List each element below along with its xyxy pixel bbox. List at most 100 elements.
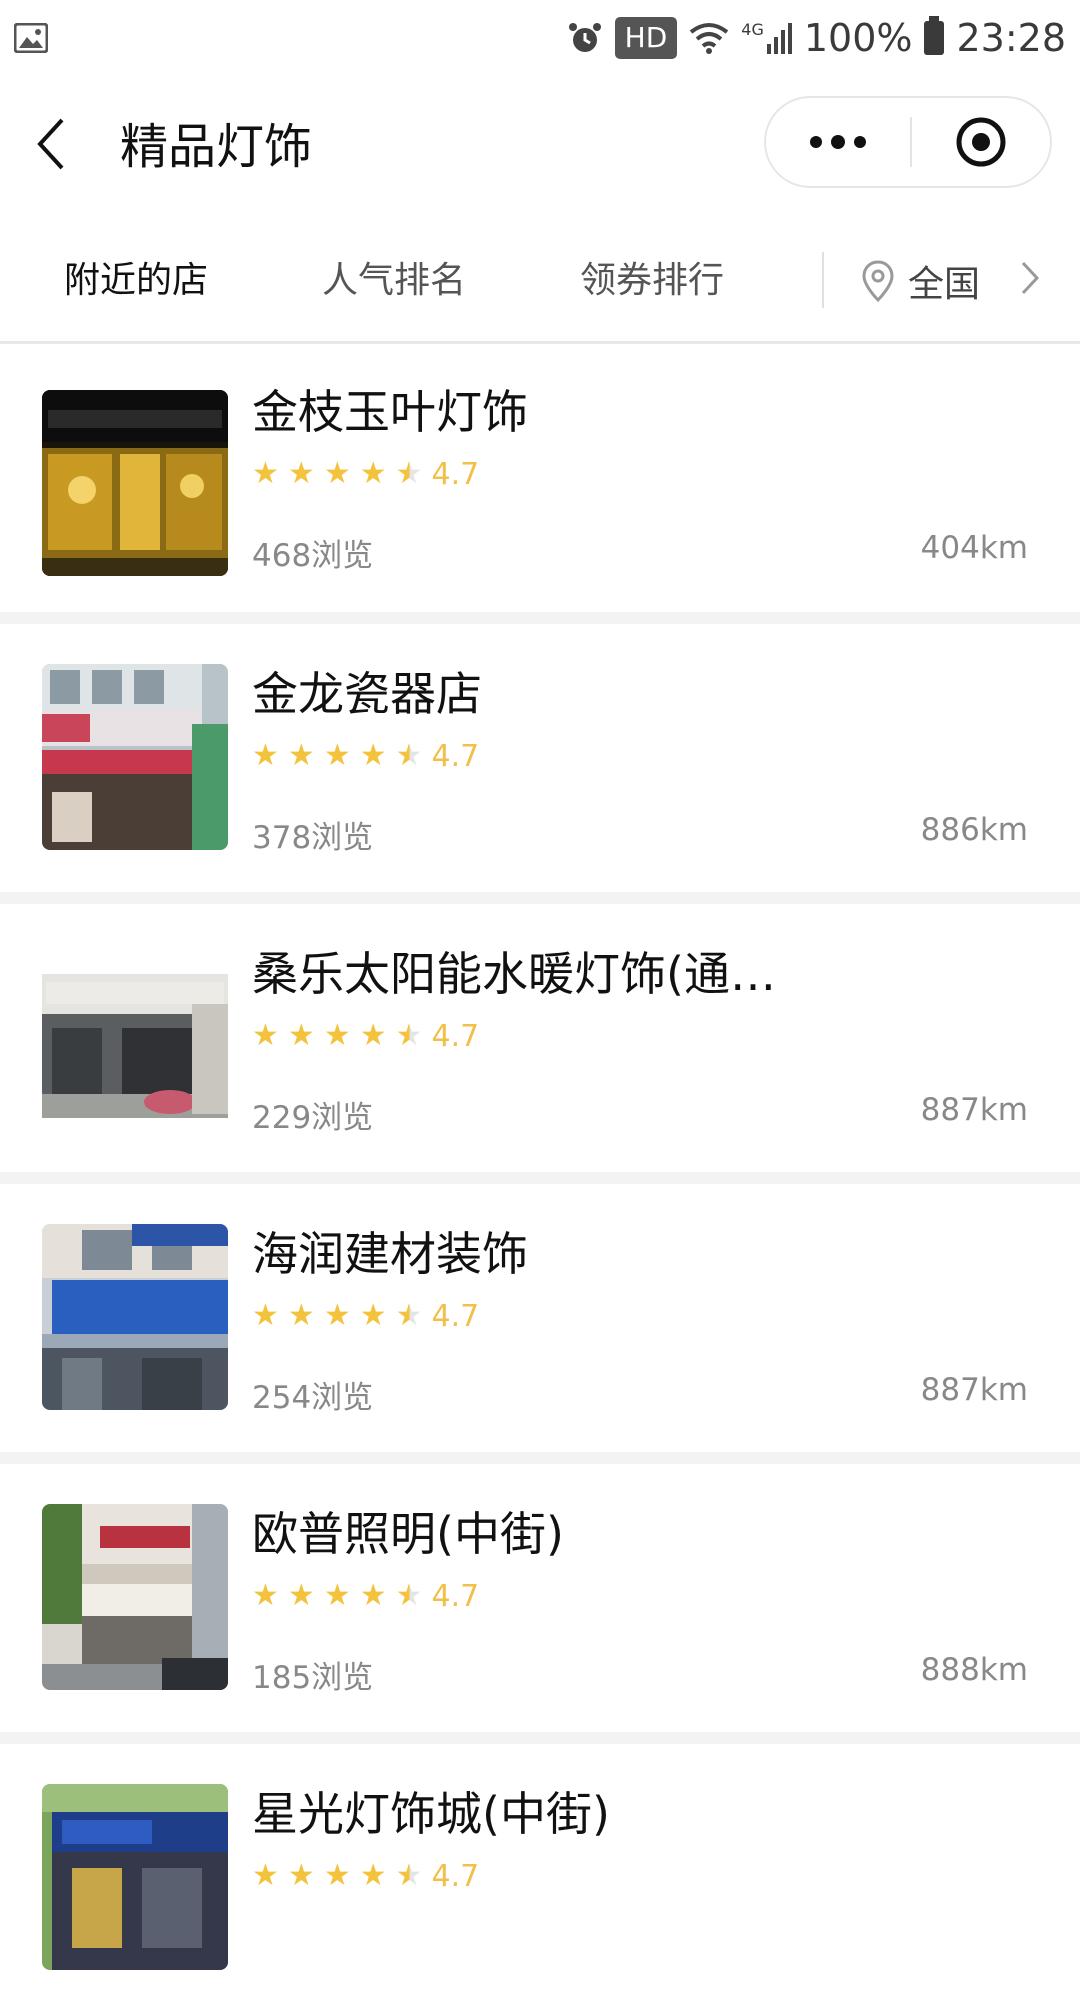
list-item[interactable]: 桑乐太阳能水暖灯饰(通… ★ ★ ★ ★ ★ 4.7 229浏览 887km	[0, 904, 1080, 1172]
list-separator	[0, 1172, 1080, 1184]
store-name: 金龙瓷器店	[252, 667, 482, 721]
chevron-left-icon	[37, 118, 64, 170]
star-icon: ★	[287, 1578, 315, 1613]
store-name: 欧普照明(中街)	[252, 1507, 564, 1561]
target-close-icon	[956, 117, 1006, 167]
list-separator	[0, 1452, 1080, 1464]
list-item[interactable]: 金龙瓷器店 ★ ★ ★ ★ ★ 4.7 378浏览 886km	[0, 624, 1080, 892]
store-name: 金枝玉叶灯饰	[252, 385, 528, 439]
location-label: 全国	[908, 264, 981, 305]
star-icon: ★	[287, 738, 315, 773]
list-separator	[0, 892, 1080, 904]
battery-percent: 100%	[803, 16, 913, 60]
star-icon: ★	[323, 738, 351, 773]
half-star-icon: ★	[395, 1018, 423, 1053]
store-thumbnail	[42, 944, 228, 1130]
store-thumbnail	[42, 1784, 228, 1970]
view-count: 185浏览	[252, 1660, 374, 1696]
page-title: 精品灯饰	[120, 119, 313, 175]
chevron-right-icon[interactable]	[1020, 260, 1040, 296]
rating-stars: ★ ★ ★ ★ ★ 4.7	[252, 1018, 479, 1054]
rating-value: 4.7	[431, 1018, 480, 1054]
rating-stars: ★ ★ ★ ★ ★ 4.7	[252, 456, 479, 492]
star-icon: ★	[252, 738, 279, 773]
star-icon: ★	[359, 738, 387, 773]
half-star-icon: ★	[395, 738, 423, 773]
tab-divider	[822, 252, 824, 308]
list-item[interactable]: 欧普照明(中街) ★ ★ ★ ★ ★ 4.7 185浏览 888km	[0, 1464, 1080, 1732]
star-icon: ★	[252, 1858, 279, 1893]
rating-value: 4.7	[431, 456, 480, 492]
store-name: 海润建材装饰	[252, 1227, 528, 1281]
status-bar: HD 4G 100% 23:28	[0, 0, 1080, 76]
miniprogram-capsule	[764, 96, 1052, 188]
half-star-icon: ★	[395, 1578, 423, 1613]
star-icon: ★	[359, 1578, 387, 1613]
list-item[interactable]: 海润建材装饰 ★ ★ ★ ★ ★ 4.7 254浏览 887km	[0, 1184, 1080, 1452]
gallery-notification-icon	[14, 23, 48, 53]
store-photo	[42, 1224, 228, 1410]
distance: 887km	[920, 1092, 1028, 1128]
star-icon: ★	[359, 1298, 387, 1333]
star-icon: ★	[323, 1858, 351, 1893]
store-photo	[42, 1784, 228, 1970]
store-photo	[42, 1504, 228, 1690]
rating-value: 4.7	[431, 738, 480, 774]
view-count: 468浏览	[252, 538, 374, 574]
rating-stars: ★ ★ ★ ★ ★ 4.7	[252, 1578, 479, 1614]
tab-nearby[interactable]: 附近的店	[64, 256, 208, 306]
more-dot-icon	[810, 136, 822, 148]
network-type: 4G	[741, 20, 764, 39]
star-icon: ★	[323, 1018, 351, 1053]
store-photo	[42, 390, 228, 576]
half-star-icon: ★	[395, 456, 423, 491]
star-icon: ★	[252, 1578, 279, 1613]
star-icon: ★	[359, 1858, 387, 1893]
view-count: 229浏览	[252, 1100, 374, 1136]
star-icon: ★	[287, 456, 315, 491]
distance: 404km	[920, 530, 1028, 566]
filter-tabs: 附近的店 人气排名 领券排行 全国	[0, 236, 1080, 344]
store-name: 星光灯饰城(中街)	[252, 1787, 610, 1841]
star-icon: ★	[359, 1018, 387, 1053]
rating-value: 4.7	[431, 1578, 480, 1614]
back-button[interactable]	[36, 114, 86, 174]
star-icon: ★	[287, 1858, 315, 1893]
alarm-icon	[568, 23, 601, 52]
store-list: 金枝玉叶灯饰 ★ ★ ★ ★ ★ 4.7 468浏览 404km 金龙瓷器店 ★…	[0, 344, 1080, 2012]
wifi-icon	[690, 23, 729, 54]
list-item[interactable]: 星光灯饰城(中街) ★ ★ ★ ★ ★ 4.7	[0, 1744, 1080, 2012]
star-icon: ★	[323, 1298, 351, 1333]
distance: 886km	[920, 812, 1028, 848]
star-icon: ★	[287, 1018, 315, 1053]
store-photo	[42, 944, 228, 1130]
rating-value: 4.7	[431, 1298, 480, 1334]
location-selector[interactable]: 全国	[862, 254, 980, 308]
rating-stars: ★ ★ ★ ★ ★ 4.7	[252, 738, 479, 774]
close-miniprogram-button[interactable]	[912, 98, 1050, 186]
signal-icon	[766, 23, 792, 54]
tab-popularity[interactable]: 人气排名	[322, 256, 466, 306]
more-dot-icon	[854, 136, 866, 148]
store-thumbnail	[42, 664, 228, 850]
rating-stars: ★ ★ ★ ★ ★ 4.7	[252, 1858, 479, 1894]
tab-coupons[interactable]: 领券排行	[580, 256, 724, 306]
half-star-icon: ★	[395, 1298, 423, 1333]
more-options-button[interactable]	[766, 98, 910, 186]
clock: 23:28	[956, 16, 1066, 60]
nav-header: 精品灯饰	[0, 76, 1080, 216]
rating-value: 4.7	[431, 1858, 480, 1894]
star-icon: ★	[287, 1298, 315, 1333]
hd-badge: HD	[614, 17, 678, 59]
store-name: 桑乐太阳能水暖灯饰(通…	[252, 947, 776, 1001]
distance: 887km	[920, 1372, 1028, 1408]
store-thumbnail	[42, 1224, 228, 1410]
star-icon: ★	[252, 1298, 279, 1333]
list-separator	[0, 612, 1080, 624]
battery-icon	[924, 16, 945, 55]
store-photo	[42, 664, 228, 850]
list-item[interactable]: 金枝玉叶灯饰 ★ ★ ★ ★ ★ 4.7 468浏览 404km	[0, 344, 1080, 612]
distance: 888km	[920, 1652, 1028, 1688]
star-icon: ★	[323, 456, 351, 491]
half-star-icon: ★	[395, 1858, 423, 1893]
